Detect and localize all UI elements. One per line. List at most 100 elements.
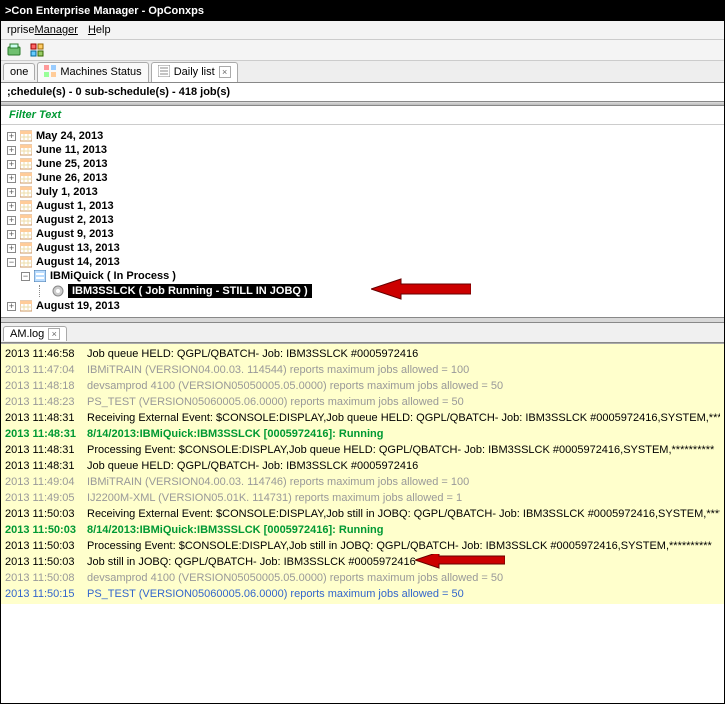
log-timestamp: 2013 11:50:03 [5, 508, 87, 520]
log-timestamp: 2013 11:48:31 [5, 412, 87, 424]
log-row: 2013 11:46:58Job queue HELD: QGPL/QBATCH… [5, 346, 720, 362]
tree-schedule-row[interactable]: − IBMiQuick ( In Process ) [17, 269, 722, 283]
schedule-summary: ;chedule(s) - 0 sub-schedule(s) - 418 jo… [1, 83, 724, 102]
expand-icon[interactable]: + [7, 244, 16, 253]
tree-date-row[interactable]: + June 26, 2013 [3, 171, 722, 185]
log-message: devsamprod 4100 (VERSION05050005.05.0000… [87, 572, 720, 584]
log-message: Job queue HELD: QGPL/QBATCH- Job: IBM3SS… [87, 460, 720, 472]
log-timestamp: 2013 11:50:03 [5, 524, 87, 536]
log-panel: 2013 11:46:58Job queue HELD: QGPL/QBATCH… [1, 343, 724, 604]
tree-date-row[interactable]: + August 13, 2013 [3, 241, 722, 255]
tree-date-row[interactable]: + August 1, 2013 [3, 199, 722, 213]
log-row: 2013 11:49:04IBMiTRAIN (VERSION04.00.03.… [5, 474, 720, 490]
toolbar-icon-2[interactable] [30, 43, 44, 57]
tree-date-label: August 19, 2013 [36, 300, 120, 312]
tree-date-row[interactable]: + July 1, 2013 [3, 185, 722, 199]
tree-date-row[interactable]: −August 14, 2013 [3, 255, 722, 269]
tree-schedule-label: IBMiQuick ( In Process ) [50, 270, 176, 282]
tab-machines-status[interactable]: Machines Status [37, 62, 148, 82]
log-timestamp: 2013 11:46:58 [5, 348, 87, 360]
tree-date-label: June 26, 2013 [36, 172, 108, 184]
expand-icon[interactable]: + [7, 302, 16, 311]
tree-date-label: August 2, 2013 [36, 214, 114, 226]
expand-icon[interactable]: + [7, 160, 16, 169]
annotation-arrow-icon [415, 554, 505, 570]
log-tabstrip: AM.log × [1, 323, 724, 343]
tab-label: Daily list [174, 66, 215, 78]
log-message: 8/14/2013:IBMiQuick:IBM3SSLCK [000597241… [87, 524, 720, 536]
log-row: 2013 11:50:08devsamprod 4100 (VERSION050… [5, 570, 720, 586]
tree-job-label: IBM3SSLCK ( Job Running - STILL IN JOBQ … [68, 284, 312, 298]
log-row: 2013 11:49:05IJ2200M-XML (VERSION05.01K.… [5, 490, 720, 506]
log-timestamp: 2013 11:48:31 [5, 428, 87, 440]
log-message: PS_TEST (VERSION05060005.06.0000) report… [87, 588, 720, 600]
tab-daily-list[interactable]: Daily list × [151, 62, 238, 82]
menu-manager[interactable]: rpriseManager [7, 24, 78, 36]
tree-date-label: May 24, 2013 [36, 130, 103, 142]
tree-date-label: August 13, 2013 [36, 242, 120, 254]
tree-date-label: July 1, 2013 [36, 186, 98, 198]
expand-icon[interactable]: + [7, 188, 16, 197]
expand-icon[interactable]: + [7, 202, 16, 211]
log-message: Processing Event: $CONSOLE:DISPLAY,Job q… [87, 444, 720, 456]
editor-tabstrip: one Machines Status Daily list × [1, 61, 724, 83]
tree-date-row[interactable]: + May 24, 2013 [3, 129, 722, 143]
window-title: >Con Enterprise Manager - OpConxps [5, 5, 204, 17]
list-icon [158, 65, 170, 80]
log-message: Job queue HELD: QGPL/QBATCH- Job: IBM3SS… [87, 348, 720, 360]
filter-text[interactable]: Filter Text [1, 106, 724, 125]
tree-date-row[interactable]: + June 11, 2013 [3, 143, 722, 157]
log-tab-label: AM.log [10, 328, 44, 340]
tab-one[interactable]: one [3, 63, 35, 80]
tree-date-row[interactable]: +June 25, 2013 [3, 157, 722, 171]
log-message: Receiving External Event: $CONSOLE:DISPL… [87, 508, 720, 520]
log-row: 2013 11:48:318/14/2013:IBMiQuick:IBM3SSL… [5, 426, 720, 442]
machines-icon [44, 65, 56, 80]
collapse-icon[interactable]: − [7, 258, 16, 267]
expand-icon[interactable]: + [7, 230, 16, 239]
tree-date-label: August 1, 2013 [36, 200, 114, 212]
collapse-icon[interactable]: − [21, 272, 30, 281]
log-message: Processing Event: $CONSOLE:DISPLAY,Job s… [87, 540, 720, 552]
expand-icon[interactable]: + [7, 132, 16, 141]
log-row: 2013 11:48:18devsamprod 4100 (VERSION050… [5, 378, 720, 394]
log-message: Receiving External Event: $CONSOLE:DISPL… [87, 412, 720, 424]
expand-icon[interactable]: + [7, 146, 16, 155]
log-message: IBMiTRAIN (VERSION04.00.03. 114746) repo… [87, 476, 720, 488]
log-timestamp: 2013 11:47:04 [5, 364, 87, 376]
tree-date-row[interactable]: +August 9, 2013 [3, 227, 722, 241]
log-timestamp: 2013 11:48:18 [5, 380, 87, 392]
toolbar [1, 40, 724, 61]
log-message: PS_TEST (VERSION05060005.06.0000) report… [87, 396, 720, 408]
log-message: Job still in JOBQ: QGPL/QBATCH- Job: IBM… [87, 556, 720, 568]
log-row: 2013 11:48:31Receiving External Event: $… [5, 410, 720, 426]
expand-icon[interactable]: + [7, 216, 16, 225]
expand-icon[interactable]: + [7, 174, 16, 183]
log-timestamp: 2013 11:49:05 [5, 492, 87, 504]
log-tab[interactable]: AM.log × [3, 326, 67, 341]
log-row: 2013 11:50:03Processing Event: $CONSOLE:… [5, 538, 720, 554]
tree-date-row[interactable]: + August 2, 2013 [3, 213, 722, 227]
tree-job-row[interactable]: IBM3SSLCK ( Job Running - STILL IN JOBQ … [31, 283, 722, 299]
tab-label: Machines Status [60, 66, 141, 78]
tree-date-label: June 11, 2013 [36, 144, 107, 156]
close-icon[interactable]: × [219, 66, 231, 78]
log-timestamp: 2013 11:49:04 [5, 476, 87, 488]
menubar: rpriseManager Help [1, 21, 724, 40]
log-timestamp: 2013 11:50:15 [5, 588, 87, 600]
close-icon[interactable]: × [48, 328, 60, 340]
schedule-tree: + May 24, 2013 + June 11, 2013+June 25, 201… [1, 125, 724, 317]
window-titlebar: >Con Enterprise Manager - OpConxps [1, 1, 724, 21]
log-row: 2013 11:47:04IBMiTRAIN (VERSION04.00.03.… [5, 362, 720, 378]
log-row: 2013 11:50:038/14/2013:IBMiQuick:IBM3SSL… [5, 522, 720, 538]
log-message: IBMiTRAIN (VERSION04.00.03. 114544) repo… [87, 364, 720, 376]
toolbar-icon-1[interactable] [7, 43, 21, 57]
menu-help[interactable]: Help [88, 24, 111, 36]
log-row: 2013 11:48:31Processing Event: $CONSOLE:… [5, 442, 720, 458]
log-timestamp: 2013 11:50:03 [5, 540, 87, 552]
log-row: 2013 11:50:15PS_TEST (VERSION05060005.06… [5, 586, 720, 602]
log-timestamp: 2013 11:48:31 [5, 460, 87, 472]
log-row: 2013 11:50:03Receiving External Event: $… [5, 506, 720, 522]
tree-date-row[interactable]: + August 19, 2013 [3, 299, 722, 313]
log-row: 2013 11:48:23PS_TEST (VERSION05060005.06… [5, 394, 720, 410]
